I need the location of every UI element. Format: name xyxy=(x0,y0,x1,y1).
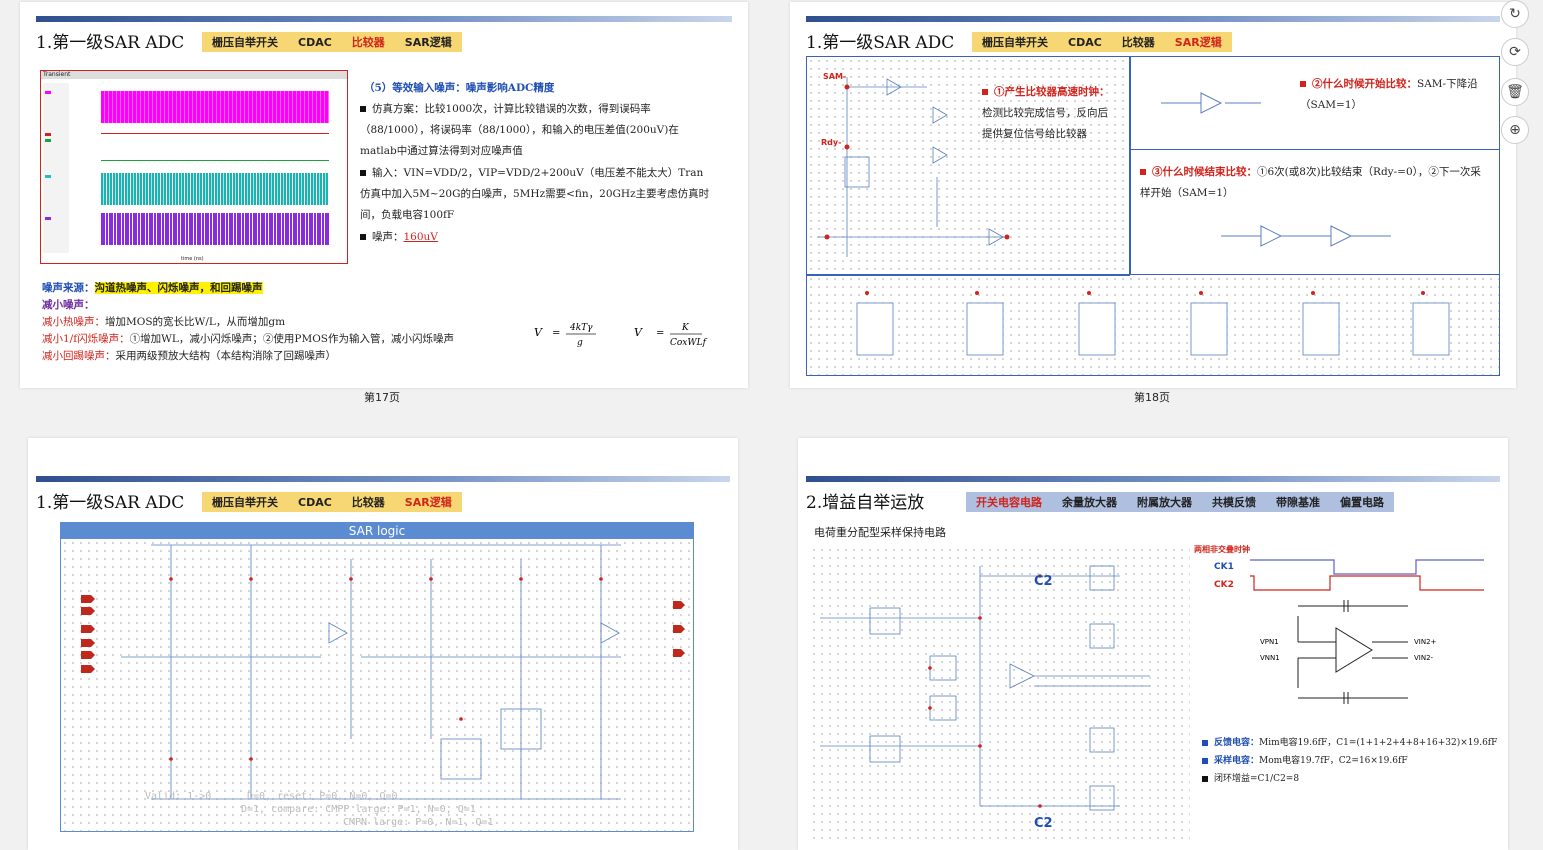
slide-topbar xyxy=(36,16,732,22)
bullet-input: 输入：VIN=VDD/2，VIP=VDD/2+200uV（电压差不能太大）Tra… xyxy=(360,167,710,221)
slide-tabs: 栅压自举开关 CDAC 比较器 SAR逻辑 xyxy=(202,32,462,52)
slide-tabs: 栅压自举开关 CDAC 比较器 SAR逻辑 xyxy=(972,32,1232,52)
ck1-label: CK1 xyxy=(1214,562,1234,572)
bullet-sample-cap: 采样电容：Mom电容19.7fF，C2=16×19.6fF xyxy=(1202,752,1408,770)
wave-cmp xyxy=(101,173,329,205)
tab-bandgap: 带隙基准 xyxy=(1276,496,1320,509)
svg-text:Rdy-: Rdy- xyxy=(821,138,841,147)
slide-18[interactable]: 1.第一级SAR ADC 栅压自举开关 CDAC 比较器 SAR逻辑 SAM- … xyxy=(790,2,1516,388)
rotate-icon: ⟳ xyxy=(1509,44,1521,60)
slide-topbar xyxy=(806,16,1500,22)
page-caption-18: 第18页 xyxy=(1134,391,1170,404)
tab-bootstrap-switch: 栅压自举开关 xyxy=(982,36,1048,49)
wave-valid xyxy=(101,213,329,245)
svg-text:CoxWLf: CoxWLf xyxy=(670,338,708,348)
point-end-compare: ③什么时候结束比较：①6次(或8次)比较结束（Rdy-=0），②下一次采样开始（… xyxy=(1140,166,1481,199)
sar-logic-schematic: SAR logic Valid: 1->0 D=0, reset: P=0, N… xyxy=(60,522,694,832)
bullet-noise: 噪声：160uV xyxy=(360,227,438,248)
reduce-kickback: 减小回踢噪声：采用两级预放大结构（本结构消除了回踢噪声） xyxy=(42,350,336,362)
clock-waveforms xyxy=(1250,559,1484,591)
plot-title: Transient xyxy=(41,71,347,79)
svg-text:VPN1: VPN1 xyxy=(1260,638,1279,646)
reduce-noise-title: 减小噪声： xyxy=(42,299,95,311)
slide-subtitle: 电荷重分配型采样保持电路 xyxy=(814,526,946,539)
svg-text:=: = xyxy=(552,328,560,339)
sar-note-reset: D=0, reset: P=0, N=0, Q=0 xyxy=(247,791,398,802)
tab-bootstrap-switch: 栅压自举开关 xyxy=(212,496,278,509)
svg-text:VIN2-: VIN2- xyxy=(1414,654,1434,662)
refresh-icon: ↻ xyxy=(1509,6,1521,22)
zoom-in-icon: ⊕ xyxy=(1509,122,1521,138)
reduce-thermal: 减小热噪声：增加MOS的宽长比W/L，从而增加gm xyxy=(42,316,286,328)
cap-c2-top: C2 xyxy=(1034,574,1053,589)
wave-vclk xyxy=(101,91,329,123)
cap-c2-bottom: C2 xyxy=(1034,816,1053,831)
svg-text:VIN2+: VIN2+ xyxy=(1414,638,1437,646)
noise-formulas: V = 4kTγ g V = K CoxWLf xyxy=(534,323,708,348)
clock-title: 两相非交叠时钟 xyxy=(1194,545,1250,554)
tab-sar-logic: SAR逻辑 xyxy=(1174,36,1222,49)
slide-tabs: 栅压自举开关 CDAC 比较器 SAR逻辑 xyxy=(202,492,462,512)
refresh-button[interactable]: ↻ xyxy=(1501,0,1529,28)
slide-topbar xyxy=(36,476,730,482)
noise-heading: （5）等效输入噪声：噪声影响ADC精度 xyxy=(364,82,555,94)
point-high-speed-clock: ①产生比较器高速时钟： 检测比较完成信号，反向后提供复位信号给比较器 xyxy=(982,86,1110,140)
tab-comparator: 比较器 xyxy=(351,496,385,509)
tab-cdac: CDAC xyxy=(298,35,332,49)
bullet-closed-loop-gain: 闭环增益=C1/C2=8 xyxy=(1202,770,1299,788)
plot-xlabel: time (ns) xyxy=(181,256,204,262)
sar-note-cmpn: CMPN large: P=0, N=1, Q=1 xyxy=(343,817,494,828)
noise-source: 噪声来源：沟道热噪声、闪烁噪声，和回踢噪声 xyxy=(42,282,263,294)
plot-legend xyxy=(43,83,69,253)
tab-sar-logic: SAR逻辑 xyxy=(404,36,452,49)
slide-title: 2.增益自举运放 xyxy=(806,493,925,513)
slide-title: 1.第一级SAR ADC xyxy=(806,33,955,53)
rotate-button[interactable]: ⟳ xyxy=(1501,38,1529,66)
svg-text:g: g xyxy=(577,338,583,348)
tab-comparator: 比较器 xyxy=(351,36,385,49)
slide-19[interactable]: 1.第一级SAR ADC 栅压自举开关 CDAC 比较器 SAR逻辑 SAR l… xyxy=(28,438,738,850)
bullet-feedback-cap: 反馈电容：Mim电容19.6fF，C1=(1+1+2+4+8+16+32)×19… xyxy=(1202,734,1497,752)
tab-cdac: CDAC xyxy=(1068,35,1102,49)
svg-text:VNN1: VNN1 xyxy=(1260,654,1280,662)
svg-text:K: K xyxy=(681,323,690,333)
trash-icon: 🗑 xyxy=(1506,84,1524,100)
tab-residue-amp: 余量放大器 xyxy=(1062,496,1117,509)
wave-vout xyxy=(101,133,329,164)
slide-20[interactable]: 2.增益自举运放 开关电容电路 余量放大器 附属放大器 共模反馈 带隙基准 偏置… xyxy=(798,438,1508,850)
point-start-compare: ②什么时候开始比较：SAM-下降沿（SAM=1） xyxy=(1300,78,1478,111)
svg-text:V: V xyxy=(534,326,543,339)
svg-text:=: = xyxy=(656,328,664,339)
page-caption-17: 第17页 xyxy=(364,391,400,404)
tab-bootstrap-switch: 栅压自举开关 xyxy=(212,36,278,49)
tab-bias: 偏置电路 xyxy=(1340,496,1384,509)
sar-logic-title: SAR logic xyxy=(61,523,693,539)
slide-17[interactable]: 1.第一级SAR ADC 栅压自举开关 CDAC 比较器 SAR逻辑 Trans… xyxy=(20,2,748,388)
slide-tabs: 开关电容电路 余量放大器 附属放大器 共模反馈 带隙基准 偏置电路 xyxy=(966,492,1394,512)
transient-plot: Transient time (ns) xyxy=(40,70,348,264)
delete-button[interactable]: 🗑 xyxy=(1501,78,1529,106)
slide-title: 1.第一级SAR ADC xyxy=(36,33,185,53)
slide-topbar xyxy=(806,476,1500,482)
tab-switched-cap: 开关电容电路 xyxy=(976,496,1042,509)
svg-text:SAM-: SAM- xyxy=(823,72,846,81)
sar-note-compare: D=1, compare: CMPP large: P=1, N=0, Q=1 xyxy=(241,804,476,815)
tab-sar-logic: SAR逻辑 xyxy=(404,496,452,509)
bullet-sim-plan: 仿真方案：比较1000次，计算比较错误的次数，得到误码率（88/1000），将误… xyxy=(360,103,679,157)
svg-text:4kTγ: 4kTγ xyxy=(569,323,593,333)
slide-title: 1.第一级SAR ADC xyxy=(36,493,185,513)
tab-cdac: CDAC xyxy=(298,495,332,509)
zoom-in-button[interactable]: ⊕ xyxy=(1501,116,1529,144)
opamp-diagram: VPN1 VNN1 VIN2+ VIN2- xyxy=(1260,600,1437,704)
sar-note-valid: Valid: 1->0 xyxy=(145,791,212,802)
reduce-flicker: 减小1/f闪烁噪声：①增加WL，减小闪烁噪声；②使用PMOS作为输入管，减小闪烁… xyxy=(42,333,454,345)
svg-text:V: V xyxy=(634,326,643,339)
ck2-label: CK2 xyxy=(1214,580,1234,590)
tab-comparator: 比较器 xyxy=(1121,36,1155,49)
sample-hold-schematic xyxy=(810,546,1190,842)
tab-cmfb: 共模反馈 xyxy=(1212,496,1256,509)
dysar-logic-chain xyxy=(806,274,1500,376)
tab-aux-amp: 附属放大器 xyxy=(1137,496,1192,509)
